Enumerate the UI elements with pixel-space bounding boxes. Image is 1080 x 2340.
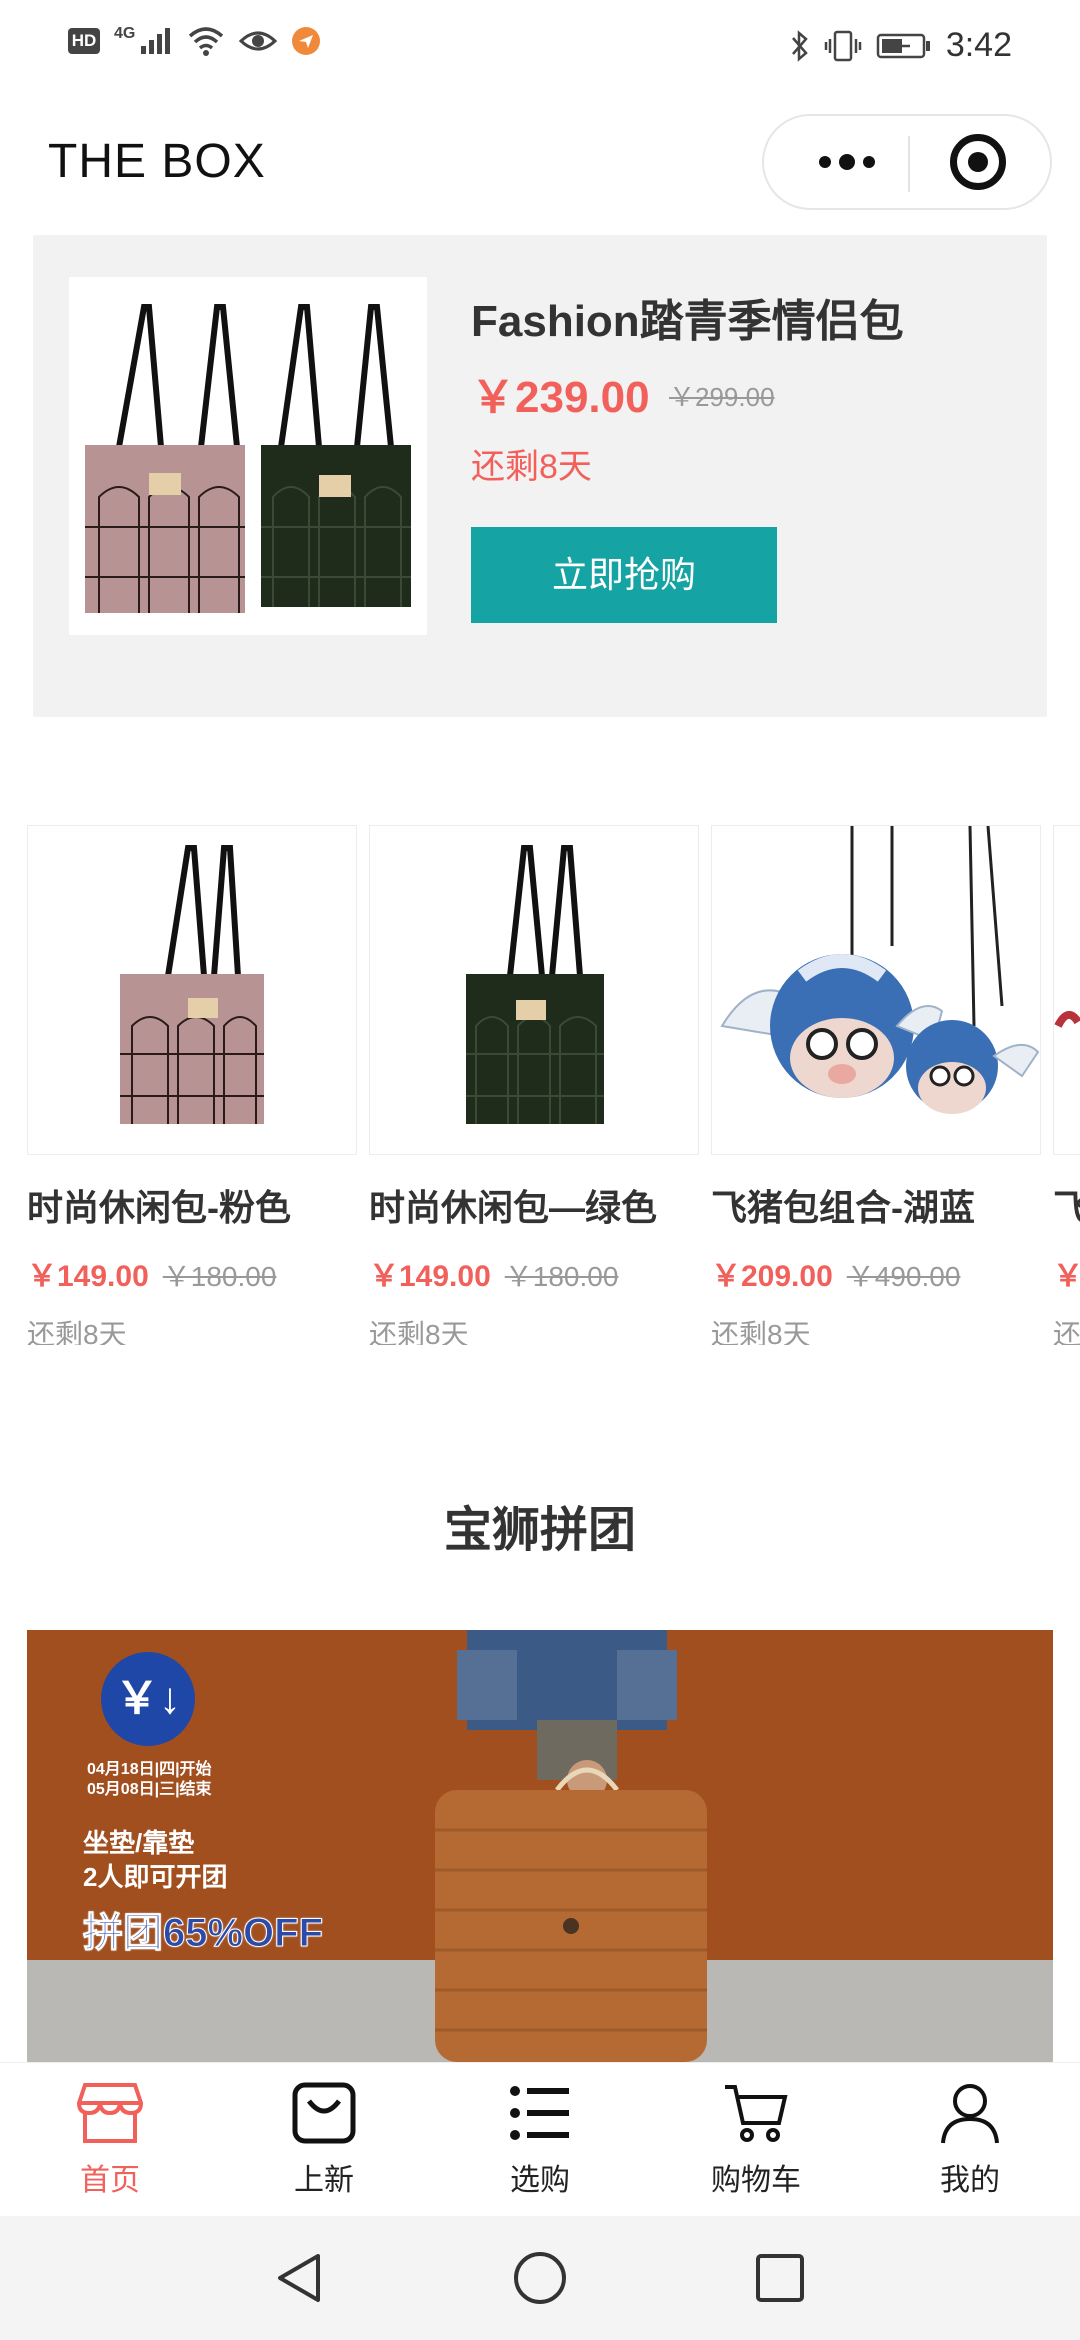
tote-bags-image (85, 304, 411, 613)
person-cushion-image (435, 1630, 707, 2062)
product-card-partial[interactable]: 飞 ￥ 还 (1053, 825, 1080, 1345)
green-tote-image (466, 845, 604, 1124)
hd-badge: HD (68, 28, 100, 54)
section-title: 宝狮拼团 (443, 1504, 636, 1557)
featured-title[interactable]: Fashion踏青季情侣包 (471, 285, 904, 349)
tab-browse[interactable]: 选购 (470, 2081, 610, 2199)
banner-category: 坐垫/靠垫 (83, 1828, 195, 1858)
tab-label: 购物车 (711, 2164, 801, 2197)
tab-profile[interactable]: 我的 (900, 2081, 1040, 2199)
battery-icon (876, 33, 930, 58)
status-bar: HD 4G 3:42 (0, 0, 1080, 92)
product-card-pink[interactable]: 时尚休闲包-粉色 ￥149.00 ￥180.00 还剩8天 (27, 825, 357, 1345)
bag-icon (292, 2082, 356, 2144)
banner-subtitle: 坐垫/靠垫 2人即可开团 (83, 1826, 227, 1894)
nav-bar: THE BOX (0, 110, 1080, 220)
partial-product-image (1054, 1011, 1080, 1028)
product-remaining: 还剩8天 (27, 1319, 127, 1345)
status-left: HD 4G (68, 25, 321, 56)
tab-label: 首页 (80, 2164, 140, 2197)
product-price: ￥149.00 (27, 1260, 149, 1293)
product-original-price: ￥180.00 (504, 1261, 619, 1292)
bluetooth-icon (791, 29, 808, 62)
pink-tote-image (120, 845, 264, 1124)
product-image[interactable] (1053, 825, 1080, 1155)
flying-pig-bag-image (720, 825, 1040, 1114)
banner-start-date: 04月18日|四|开始 (87, 1761, 212, 1778)
product-remaining: 还剩8天 (711, 1319, 811, 1345)
target-circle-icon[interactable] (950, 134, 1006, 190)
signal-icon (141, 28, 171, 54)
network-label: 4G (114, 25, 136, 42)
status-time: 3:42 (945, 26, 1012, 64)
list-icon (510, 2086, 569, 2140)
banner-dates: 04月18日|四|开始 05月08日|三|结束 (87, 1760, 212, 1800)
product-price: ￥209.00 (711, 1260, 833, 1293)
capsule-divider (908, 136, 910, 192)
tab-label: 上新 (294, 2164, 354, 2197)
status-right: 3:42 (790, 26, 1012, 65)
tab-new[interactable]: 上新 (254, 2081, 394, 2199)
banner-promo: 拼团65%OFF (82, 1911, 324, 1956)
product-title[interactable]: 飞猪包组合-湖蓝 (711, 1179, 1041, 1231)
home-icon[interactable] (512, 2250, 568, 2306)
product-card-pig[interactable]: 飞猪包组合-湖蓝 ￥209.00 ￥490.00 还剩8天 (711, 825, 1041, 1345)
product-image[interactable] (711, 825, 1041, 1155)
product-price-row: ￥ (1053, 1251, 1080, 1295)
miniapp-capsule (762, 114, 1052, 210)
banner-end-date: 05月08日|三|结束 (87, 1781, 212, 1798)
product-title[interactable]: 时尚休闲包-粉色 (27, 1179, 357, 1231)
product-price-row: ￥209.00 ￥490.00 (711, 1251, 1041, 1295)
featured-original-price: ￥299.00 (669, 382, 775, 412)
wifi-icon (189, 27, 224, 56)
price-drop-icon: ￥↓ (101, 1652, 195, 1746)
featured-price: ￥239.00 (471, 373, 650, 422)
tab-label: 我的 (940, 2164, 1000, 2197)
tab-bar: 首页 上新 选购 购物车 我的 (0, 2062, 1080, 2216)
user-icon (941, 2084, 999, 2144)
product-title[interactable]: 飞 (1053, 1179, 1080, 1231)
featured-product-image[interactable] (69, 277, 427, 635)
product-remaining: 还 (1053, 1319, 1080, 1345)
tab-label: 选购 (510, 2164, 570, 2197)
app-notification-icon (292, 27, 321, 55)
group-buy-banner[interactable]: ￥↓ 04月18日|四|开始 05月08日|三|结束 坐垫/靠垫 2人即可开团 … (27, 1630, 1053, 2062)
product-price-row: ￥149.00 ￥180.00 (27, 1251, 357, 1295)
tab-home[interactable]: 首页 (40, 2081, 180, 2199)
product-price: ￥149.00 (369, 1260, 491, 1293)
eye-icon (239, 31, 278, 51)
back-icon[interactable] (272, 2250, 328, 2306)
tab-cart[interactable]: 购物车 (686, 2081, 826, 2199)
product-card-green[interactable]: 时尚休闲包—绿色 ￥149.00 ￥180.00 还剩8天 (369, 825, 699, 1345)
product-price: ￥ (1053, 1260, 1080, 1293)
banner-group-rule: 2人即可开团 (83, 1862, 228, 1892)
more-dots-icon[interactable] (804, 116, 890, 208)
product-image[interactable] (369, 825, 699, 1155)
product-remaining: 还剩8天 (369, 1319, 469, 1345)
buy-now-button[interactable]: 立即抢购 (471, 527, 777, 623)
featured-product[interactable]: Fashion踏青季情侣包 ￥239.00 ￥299.00 还剩8天 立即抢购 (33, 235, 1047, 717)
vibrate-icon (824, 30, 862, 61)
recents-icon[interactable] (752, 2250, 808, 2306)
system-nav-bar (0, 2216, 1080, 2340)
featured-remaining: 还剩8天 (471, 448, 592, 486)
shop-icon (76, 2083, 144, 2143)
page-title: THE BOX (48, 135, 266, 188)
product-title[interactable]: 时尚休闲包—绿色 (369, 1179, 699, 1231)
product-original-price: ￥490.00 (846, 1261, 961, 1292)
cart-icon (725, 2085, 788, 2142)
product-carousel[interactable]: 时尚休闲包-粉色 ￥149.00 ￥180.00 还剩8天 时尚休闲包—绿色 ￥1… (0, 825, 1080, 1345)
product-image[interactable] (27, 825, 357, 1155)
product-price-row: ￥149.00 ￥180.00 (369, 1251, 699, 1295)
product-original-price: ￥180.00 (162, 1261, 277, 1292)
